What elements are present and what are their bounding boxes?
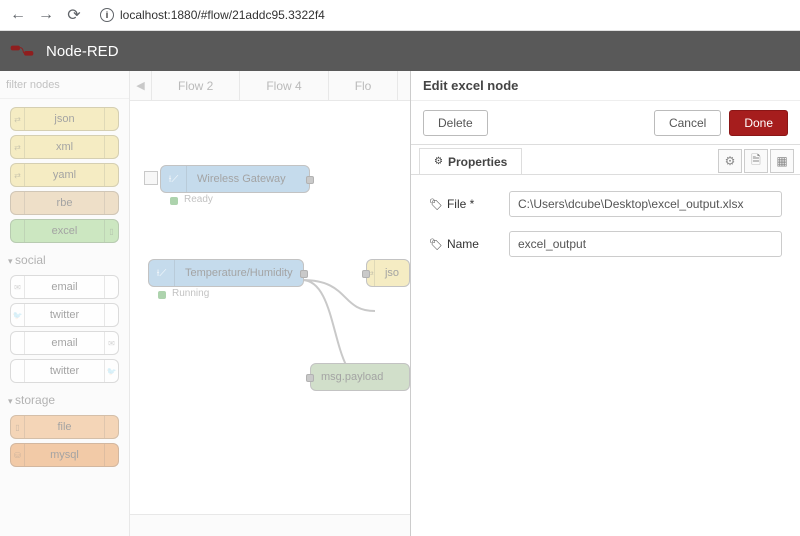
palette-node-json[interactable]: ⇄json	[10, 107, 119, 131]
tab-properties[interactable]: ⚙ Properties	[419, 148, 522, 174]
palette-node-excel[interactable]: excel▯	[10, 219, 119, 243]
edit-form: 🏷File * 🏷Name	[411, 175, 800, 287]
app-header: Node-RED	[0, 31, 800, 71]
name-label: 🏷Name	[429, 237, 499, 251]
palette-sidebar: ⇄json ⇄xml ⇄yaml rbe excel▯ social ✉emai…	[0, 71, 130, 536]
node-settings-button[interactable]: ⚙	[718, 149, 742, 173]
palette-node-email-in[interactable]: ✉email	[10, 275, 119, 299]
palette-node-rbe[interactable]: rbe	[10, 191, 119, 215]
nodered-logo-icon	[10, 43, 38, 59]
reload-button[interactable]: ⟳	[64, 5, 84, 25]
node-debug-msg-payload[interactable]: msg.payload	[310, 363, 410, 391]
palette-node-yaml[interactable]: ⇄yaml	[10, 163, 119, 187]
status-dot	[158, 291, 166, 299]
tab-flow-2[interactable]: Flow 2	[152, 71, 240, 100]
gear-icon: ⚙	[434, 156, 443, 167]
swap-icon: ⇄	[14, 143, 21, 152]
file-label: 🏷File *	[429, 197, 499, 211]
palette-search	[0, 71, 129, 99]
mail-icon: ✉	[108, 339, 115, 348]
node-description-button[interactable]: 🗎	[744, 149, 768, 173]
wireless-icon: ⟊⟋	[169, 174, 178, 185]
filter-nodes-input[interactable]	[6, 75, 123, 95]
info-icon: i	[100, 8, 114, 22]
twitter-icon: 🐦	[107, 367, 117, 376]
swap-icon: ⇄	[14, 115, 21, 124]
cancel-button[interactable]: Cancel	[654, 110, 721, 136]
file-icon: ▯	[109, 227, 113, 236]
appearance-icon: ▦	[776, 154, 787, 168]
status-text: Running	[172, 288, 209, 299]
address-bar[interactable]: i localhost:1880/#flow/21addc95.3322f4	[92, 4, 792, 26]
mail-icon: ✉	[14, 283, 21, 292]
palette-node-twitter-in[interactable]: 🐦twitter	[10, 303, 119, 327]
done-button[interactable]: Done	[729, 110, 788, 136]
app-title: Node-RED	[46, 43, 119, 60]
browser-toolbar: ← → ⟳ i localhost:1880/#flow/21addc95.33…	[0, 0, 800, 31]
file-input[interactable]	[509, 191, 782, 217]
edit-title: Edit excel node	[411, 71, 800, 101]
edit-actions: Delete Cancel Done	[411, 101, 800, 145]
tag-icon: 🏷	[429, 198, 443, 211]
tabs-scroll-left[interactable]: ◀	[130, 71, 152, 100]
name-input[interactable]	[509, 231, 782, 257]
tab-flow-partial[interactable]: Flo	[329, 71, 399, 100]
node-appearance-button[interactable]: ▦	[770, 149, 794, 173]
delete-button[interactable]: Delete	[423, 110, 488, 136]
palette-node-twitter-out[interactable]: twitter🐦	[10, 359, 119, 383]
tab-flow-4[interactable]: Flow 4	[240, 71, 328, 100]
doc-icon: 🗎	[751, 151, 761, 172]
status-text: Ready	[184, 194, 213, 205]
palette-category-social[interactable]: social	[6, 247, 123, 271]
node-json[interactable]: ⇄ jso	[366, 259, 410, 287]
wireless-icon: ⟊⟋	[157, 268, 166, 279]
url-text: localhost:1880/#flow/21addc95.3322f4	[120, 8, 325, 22]
swap-icon: ⇄	[14, 171, 21, 180]
node-temperature-humidity[interactable]: ⟊⟋ Temperature/Humidity	[148, 259, 304, 287]
edit-tabs: ⚙ Properties ⚙ 🗎 ▦	[411, 145, 800, 175]
palette-node-mysql[interactable]: ⛁mysql	[10, 443, 119, 467]
palette-node-email-out[interactable]: email✉	[10, 331, 119, 355]
db-icon: ⛁	[14, 451, 21, 460]
twitter-icon: 🐦	[13, 311, 23, 320]
tag-icon: 🏷	[429, 238, 443, 251]
file-icon: ▯	[15, 423, 19, 432]
forward-button[interactable]: →	[36, 5, 56, 25]
back-button[interactable]: ←	[8, 5, 28, 25]
gear-icon: ⚙	[725, 154, 736, 168]
palette-node-xml[interactable]: ⇄xml	[10, 135, 119, 159]
selection-handle[interactable]	[144, 171, 158, 185]
status-dot	[170, 197, 178, 205]
palette-node-file[interactable]: ▯file	[10, 415, 119, 439]
palette-category-storage[interactable]: storage	[6, 387, 123, 411]
node-wireless-gateway[interactable]: ⟊⟋ Wireless Gateway	[160, 165, 310, 193]
edit-tray: Edit excel node Delete Cancel Done ⚙ Pro…	[410, 71, 800, 536]
